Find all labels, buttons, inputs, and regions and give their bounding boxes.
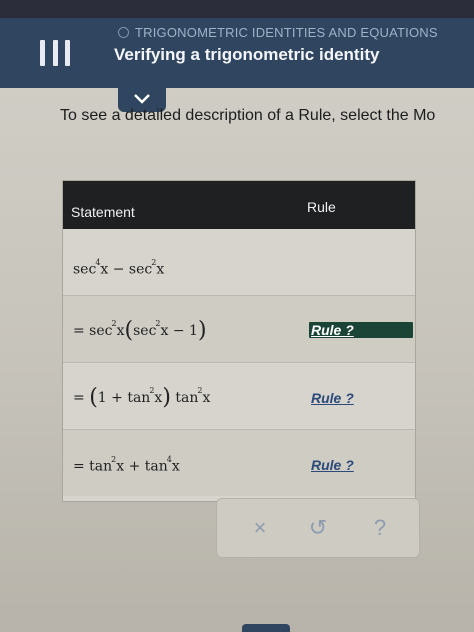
statement-cell: = tan2x + tan4x	[73, 455, 180, 475]
statement-cell: = (1 + tan2x) tan2x	[73, 385, 211, 410]
hamburger-menu-icon[interactable]	[40, 40, 70, 66]
undo-button[interactable]: ↺	[303, 513, 333, 543]
proof-table: Statement Rule sec4x − sec2x = sec2x(sec…	[62, 180, 416, 502]
rule-header: Rule	[307, 199, 336, 215]
rule-link[interactable]: Rule ?	[311, 457, 354, 473]
help-button[interactable]: ?	[365, 513, 395, 543]
statement-header: Statement	[71, 204, 135, 220]
app-header: TRIGONOMETRIC IDENTITIES AND EQUATIONS V…	[0, 18, 474, 88]
statement-cell: sec4x − sec2x	[73, 258, 165, 278]
table-header: Statement Rule	[63, 181, 415, 229]
page: TRIGONOMETRIC IDENTITIES AND EQUATIONS V…	[0, 0, 474, 632]
table-row: = sec2x(sec2x − 1) Rule ?	[63, 296, 415, 363]
section-label: TRIGONOMETRIC IDENTITIES AND EQUATIONS	[118, 25, 438, 40]
top-strip	[0, 0, 474, 18]
instructions-text: To see a detailed description of a Rule,…	[60, 107, 436, 124]
table-row: = (1 + tan2x) tan2x Rule ?	[63, 363, 415, 430]
statement-cell: = sec2x(sec2x − 1)	[73, 318, 207, 343]
bottom-tab[interactable]	[242, 624, 290, 632]
section-title: TRIGONOMETRIC IDENTITIES AND EQUATIONS	[135, 25, 438, 40]
table-row: sec4x − sec2x	[63, 229, 415, 296]
table-row: = tan2x + tan4x Rule ?	[63, 430, 415, 496]
rule-link[interactable]: Rule ?	[311, 390, 354, 406]
circle-progress-icon	[118, 27, 129, 38]
page-title: Verifying a trigonometric identity	[114, 45, 380, 64]
chevron-down-icon	[134, 94, 150, 104]
rule-link-label: Rule ?	[311, 322, 354, 338]
clear-button[interactable]: ×	[245, 513, 275, 543]
action-bar: × ↺ ?	[216, 498, 420, 558]
rule-button-active[interactable]: Rule ?	[309, 322, 413, 338]
